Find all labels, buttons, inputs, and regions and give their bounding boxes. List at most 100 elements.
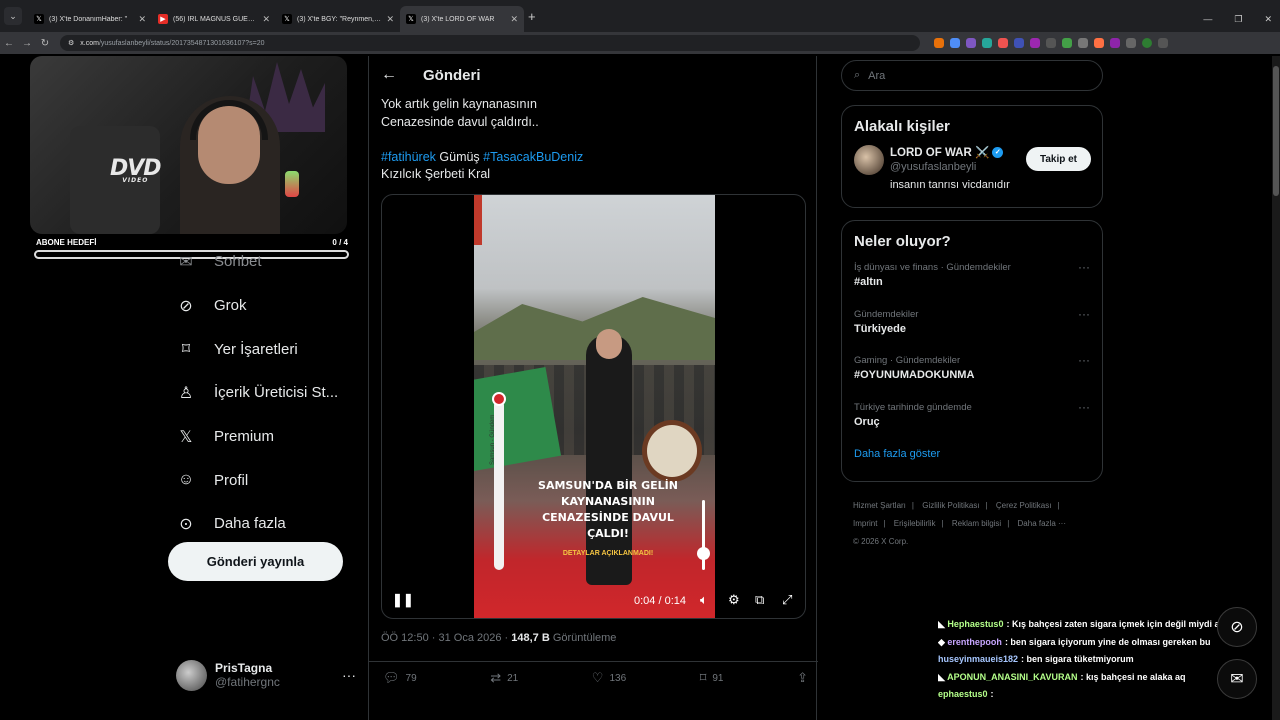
post-text-line: Yok artık gelin kaynanasının <box>381 97 537 111</box>
repost-button[interactable]: ⇄ 21 <box>490 670 518 686</box>
scrollbar[interactable] <box>1272 56 1280 720</box>
account-switcher[interactable]: PrisTagna @fatihergnc ··· <box>176 658 356 692</box>
x-favicon-icon: 𝕏 <box>282 14 292 24</box>
nav-item-grok[interactable]: ⊘ Grok <box>168 284 368 328</box>
more-dots-icon[interactable]: ··· <box>1078 400 1090 414</box>
extension-icon[interactable] <box>950 38 960 48</box>
volume-knob[interactable] <box>697 547 710 560</box>
x-logo-icon: 𝕏 <box>179 428 193 446</box>
extension-icon[interactable] <box>998 38 1008 48</box>
tab-title: (3) X'te BGY: "Reynmen, Çakal <box>297 15 381 23</box>
nav-label: Yer İşaretleri <box>214 340 298 358</box>
footer-link[interactable]: Gizlilik Politikası <box>922 501 979 510</box>
grok-fab-icon[interactable]: ⊘ <box>1217 607 1257 647</box>
browser-tab[interactable]: 𝕏 (3) X'te BGY: "Reynmen, Çakal ✕ <box>276 6 400 32</box>
footer-link[interactable]: Erişilebilirlik <box>894 519 936 528</box>
extension-icon[interactable] <box>966 38 976 48</box>
stream-chat-overlay: ◣ Hephaestus0: Kış bahçesi zaten sigara … <box>938 616 1258 704</box>
nav-item-more[interactable]: ⊙ Daha fazla <box>168 502 368 546</box>
close-tab-icon[interactable]: ✕ <box>262 14 270 25</box>
trend-item[interactable]: Gündemdekiler Türkiyede ··· <box>842 301 1102 348</box>
trend-item[interactable]: Gaming · Gündemdekiler #OYUNUMADOKUNMA ·… <box>842 347 1102 394</box>
close-window-icon[interactable]: ✕ <box>1264 14 1272 25</box>
extension-icon[interactable] <box>934 38 944 48</box>
more-dots-icon[interactable]: ··· <box>1078 353 1090 367</box>
show-more-link[interactable]: Daha fazla göster <box>842 440 1102 472</box>
like-button[interactable]: ♡ 136 <box>592 670 626 686</box>
fullscreen-icon[interactable]: ⤢ <box>782 592 792 608</box>
site-info-icon[interactable]: ⚙ <box>68 39 74 47</box>
picture-in-picture-icon[interactable]: ⧉ <box>755 592 764 608</box>
back-nav-icon[interactable]: ← <box>0 38 18 49</box>
post-actions: 💬︎ 79 ⇄ 21 ♡ 136 ⌑ 91 ⇪ <box>383 670 808 686</box>
card-title: Neler oluyor? <box>854 233 951 250</box>
back-arrow-icon[interactable]: ← <box>381 66 397 84</box>
hashtag-link[interactable]: #TasacakBuDeniz <box>483 150 583 164</box>
close-tab-icon[interactable]: ✕ <box>510 14 518 25</box>
puzzle-icon[interactable] <box>1126 38 1136 48</box>
nav-item-premium[interactable]: 𝕏 Premium <box>168 415 368 459</box>
tab-title: (56) IRL MAGNUS GUESS YOUR <box>173 15 258 23</box>
extension-icon[interactable] <box>1030 38 1040 48</box>
chat-username: huseyinmaueis182 <box>938 654 1019 664</box>
scrollbar-thumb[interactable] <box>1273 66 1279 196</box>
extension-icon[interactable] <box>1046 38 1056 48</box>
close-tab-icon[interactable]: ✕ <box>138 14 146 25</box>
messages-fab-icon[interactable]: ✉ <box>1217 659 1257 699</box>
follow-button[interactable]: Takip et <box>1026 147 1091 171</box>
related-person[interactable]: LORD OF WAR ⚔️ ✓ @yusufaslanbeyli insanın… <box>842 135 1102 205</box>
post-button[interactable]: Gönderi yayınla <box>168 542 343 581</box>
chat-text: : Kış bahçesi zaten sigara içmek için de… <box>1006 619 1226 629</box>
post-timestamp[interactable]: ÖÖ 12:50 · 31 Oca 2026 · <box>381 632 511 644</box>
minimize-icon[interactable]: — <box>1203 14 1212 25</box>
more-dots-icon[interactable]: ··· <box>1078 307 1090 321</box>
new-tab-icon[interactable]: + <box>528 9 536 24</box>
extension-icon[interactable] <box>1110 38 1120 48</box>
bookmark-button[interactable]: ⌑ 91 <box>700 670 724 686</box>
chat-username: erenthepooh <box>947 636 1002 647</box>
tab-search-icon[interactable]: ⌄ <box>4 7 22 25</box>
settings-gear-icon[interactable]: ⚙ <box>728 592 740 608</box>
extension-icon[interactable] <box>1062 38 1072 48</box>
nav-item-creator-studio[interactable]: ♙ İçerik Üreticisi St... <box>168 371 368 415</box>
more-dots-icon[interactable]: ··· <box>1078 260 1090 274</box>
trend-item[interactable]: İş dünyası ve finans · Gündemdekiler #al… <box>842 254 1102 301</box>
extension-icon[interactable] <box>1014 38 1024 48</box>
rgb-light <box>285 171 299 197</box>
footer-link[interactable]: Daha fazla ··· <box>1018 519 1066 528</box>
video-player[interactable]: Samsun - Gündem SAMSUN'DA BİR GELİN KAYN… <box>381 194 806 619</box>
pause-icon[interactable]: ❚❚ <box>392 592 414 608</box>
search-input[interactable]: ⌕ Ara <box>841 60 1103 91</box>
reload-icon[interactable]: ↻ <box>36 38 54 49</box>
footer-link[interactable]: Hizmet Şartları <box>853 501 906 510</box>
forward-nav-icon[interactable]: → <box>18 38 36 49</box>
browser-tab[interactable]: 𝕏 (3) X'te DonanımHaber: " ✕ <box>28 6 152 32</box>
nav-item-chat[interactable]: ✉ Sohbet <box>168 240 368 284</box>
views-label: Görüntüleme <box>549 632 617 644</box>
maximize-icon[interactable]: ❐ <box>1234 14 1242 25</box>
browser-tab[interactable]: ▶ (56) IRL MAGNUS GUESS YOUR ✕ <box>152 6 276 32</box>
url-field[interactable]: ⚙ x.com/yusufaslanbeyli/status/201735487… <box>60 35 920 51</box>
close-tab-icon[interactable]: ✕ <box>386 14 394 25</box>
footer-link[interactable]: Reklam bilgisi <box>952 519 1001 528</box>
extension-icon[interactable] <box>1094 38 1104 48</box>
browser-tab-active[interactable]: 𝕏 (3) X'te LORD OF WAR ✕ <box>400 6 524 32</box>
more-dots-icon[interactable]: ··· <box>342 667 356 683</box>
nav-item-bookmarks[interactable]: ⌑ Yer İşaretleri <box>168 327 368 371</box>
share-button[interactable]: ⇪ <box>797 670 808 686</box>
trend-name: Türkiyede <box>854 322 906 335</box>
footer-link[interactable]: Imprint <box>853 519 877 528</box>
video-coffin <box>474 367 562 473</box>
view-count: 148,7 B <box>511 632 550 644</box>
profile-avatar-icon[interactable] <box>1142 38 1152 48</box>
account-name: PrisTagna <box>215 661 273 675</box>
reply-button[interactable]: 💬︎ 79 <box>383 670 417 686</box>
volume-icon[interactable]: 🔈︎ <box>700 592 708 608</box>
extension-icon[interactable] <box>982 38 992 48</box>
extension-icon[interactable] <box>1078 38 1088 48</box>
menu-dots-icon[interactable] <box>1158 38 1168 48</box>
hashtag-link[interactable]: #fatihürek <box>381 150 436 164</box>
nav-item-profile[interactable]: ☺ Profil <box>168 458 368 502</box>
footer-link[interactable]: Çerez Politikası <box>996 501 1052 510</box>
trend-item[interactable]: Türkiye tarihinde gündemde Oruç ··· <box>842 394 1102 441</box>
